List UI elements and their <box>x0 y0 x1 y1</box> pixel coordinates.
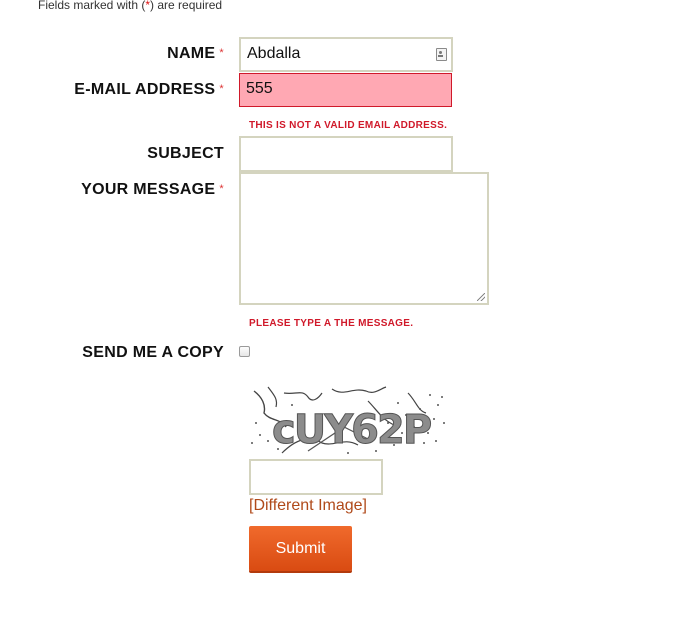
required-fields-note: Fields marked with (*) are required <box>38 0 223 12</box>
captcha-image: cUY62P <box>248 383 450 455</box>
send-copy-label: SEND ME A COPY <box>82 344 224 361</box>
subject-field[interactable] <box>239 136 453 172</box>
different-image-link[interactable]: [Different Image] <box>249 497 367 515</box>
resize-grip-icon[interactable] <box>477 293 485 301</box>
subject-label: SUBJECT <box>147 145 224 162</box>
required-star: * <box>219 83 224 95</box>
send-copy-checkbox[interactable] <box>239 346 250 357</box>
submit-button[interactable]: Submit <box>249 526 352 571</box>
name-field[interactable]: Abdalla <box>239 37 453 72</box>
required-star: * <box>219 47 224 59</box>
message-textarea[interactable] <box>239 172 489 305</box>
contact-card-icon[interactable] <box>436 48 447 61</box>
captcha-input[interactable] <box>249 459 383 495</box>
email-field[interactable]: 555 <box>239 73 452 107</box>
message-error-message: PLEASE TYPE A THE MESSAGE. <box>249 318 414 329</box>
required-star: * <box>219 183 224 195</box>
email-label: E-MAIL ADDRESS * <box>74 81 224 98</box>
message-label: YOUR MESSAGE * <box>81 181 224 198</box>
name-label: NAME * <box>167 45 224 62</box>
name-field-value: Abdalla <box>247 45 301 62</box>
email-field-value: 555 <box>246 80 273 97</box>
captcha-text: cUY62P <box>272 407 431 453</box>
email-error-message: THIS IS NOT A VALID EMAIL ADDRESS. <box>249 120 448 131</box>
